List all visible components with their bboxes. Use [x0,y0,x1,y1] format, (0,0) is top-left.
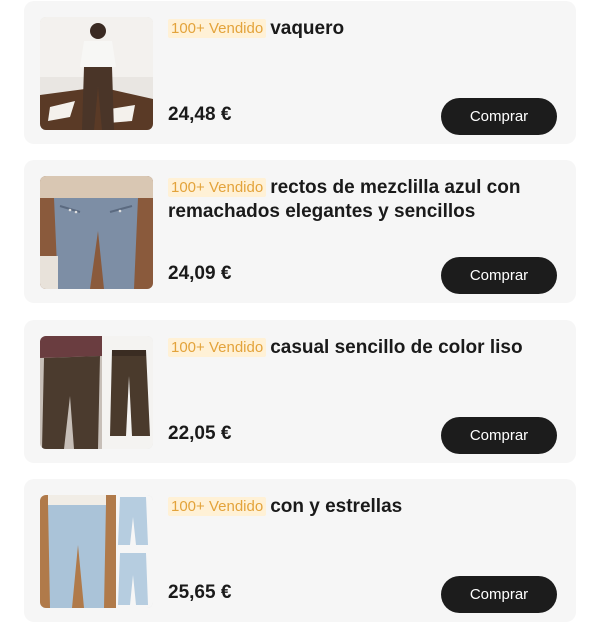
buy-button[interactable]: Comprar [441,417,557,454]
sales-badge: 100+ Vendido [168,497,267,516]
product-title[interactable]: 100+ Vendido con y estrellas [168,495,563,519]
product-price: 24,09 € [168,263,232,284]
product-image[interactable] [40,495,153,608]
sales-badge: 100+ Vendido [168,338,267,357]
sales-badge: 100+ Vendido [168,19,267,38]
sales-badge: 100+ Vendido [168,178,267,197]
product-price: 22,05 € [168,423,232,444]
product-title-text: casual sencillo de color liso [270,337,523,358]
product-card[interactable]: 100+ Vendido casual sencillo de color lis… [24,320,576,463]
product-title-text: con y estrellas [270,496,403,517]
product-list: 100+ Vendido vaquero 24,48 € Comprar 100+… [0,0,600,622]
buy-button[interactable]: Comprar [441,98,557,135]
product-title-text: vaquero [270,18,345,39]
product-price: 24,48 € [168,104,232,125]
product-image[interactable] [40,176,153,289]
product-image[interactable] [40,17,153,130]
product-card[interactable]: 100+ Vendido vaquero 24,48 € Comprar [24,1,576,144]
buy-button[interactable]: Comprar [441,576,557,613]
product-image[interactable] [40,336,153,449]
product-title[interactable]: 100+ Vendido casual sencillo de color lis… [168,336,563,360]
buy-button[interactable]: Comprar [441,257,557,294]
product-card[interactable]: 100+ Vendido con y estrellas 25,65 € Comp… [24,479,576,622]
product-title[interactable]: 100+ Vendido rectos de mezclilla azul con… [168,176,563,224]
product-card[interactable]: 100+ Vendido rectos de mezclilla azul con… [24,160,576,303]
product-title[interactable]: 100+ Vendido vaquero [168,17,563,41]
product-price: 25,65 € [168,582,232,603]
